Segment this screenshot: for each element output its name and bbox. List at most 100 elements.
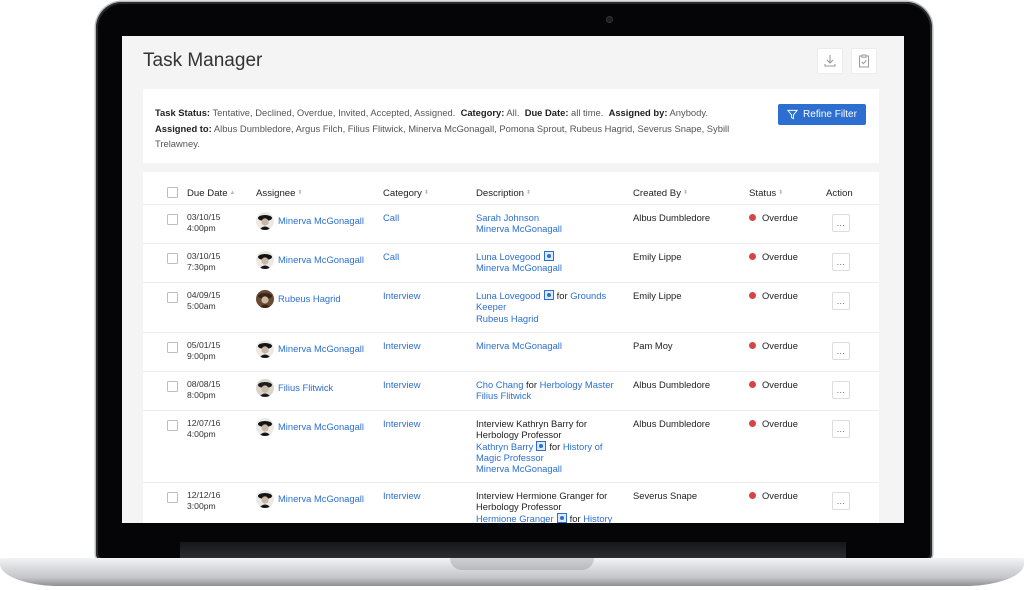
description-line: Sarah Johnson [476, 212, 562, 223]
category-link[interactable]: Interview [383, 418, 421, 429]
row-checkbox[interactable] [167, 492, 178, 503]
contact-card-icon[interactable] [536, 440, 547, 451]
description-line: Herbology Professor [476, 501, 612, 512]
laptop-hinge [180, 542, 846, 558]
description-cell: Interview Kathryn Barry for Herbology Pro… [476, 418, 602, 474]
description-link[interactable]: Filius Flitwick [476, 390, 531, 401]
table-row: 03/10/15 4:00pm Minerva McGonagall Call Sara… [143, 204, 879, 243]
description-link[interactable]: Rubeus Hagrid [476, 313, 539, 324]
row-action-button[interactable]: ... [832, 420, 850, 438]
due-date-value: all time. [568, 107, 604, 118]
description-link[interactable]: History of [563, 441, 603, 452]
description-cell: Cho Chang for Herbology Master Filius Fli… [476, 379, 614, 402]
row-action-button[interactable]: ... [832, 381, 850, 399]
status-dot-icon [749, 381, 756, 388]
category-link[interactable]: Call [383, 212, 399, 223]
due-date: 12/12/16 [187, 490, 221, 500]
clipboard-button[interactable] [851, 48, 877, 74]
category-link[interactable]: Call [383, 251, 399, 262]
created-by: Pam Moy [633, 340, 673, 351]
due-time: 3:00pm [187, 501, 216, 512]
row-action-button[interactable]: ... [832, 292, 850, 310]
sort-asc-icon: ▲ [229, 190, 236, 196]
column-action: Action [826, 188, 853, 199]
refine-filter-label: Refine Filter [803, 109, 857, 120]
category-link[interactable]: Interview [383, 379, 421, 390]
assignee-link[interactable]: Filius Flitwick [278, 382, 333, 393]
sort-icon: ⬍ [297, 190, 303, 196]
page-title: Task Manager [143, 50, 263, 71]
assignee-link[interactable]: Minerva McGonagall [278, 254, 364, 265]
screen: Task Manager Task Status: Tentative, Dec… [122, 36, 904, 523]
contact-card-icon[interactable] [543, 251, 554, 261]
description-link[interactable]: Hermione Granger [476, 513, 554, 523]
description-link[interactable]: Keeper [476, 301, 506, 312]
description-link[interactable]: Magic Professor [476, 452, 544, 463]
description-link[interactable]: Luna Lovegood [476, 290, 541, 301]
description-link[interactable]: Cho Chang [476, 379, 523, 390]
sort-icon: ⬍ [778, 190, 784, 196]
status-text: Overdue [762, 418, 798, 429]
category-link[interactable]: Interview [383, 290, 421, 301]
due-date-cell: 05/01/15 9:00pm [187, 340, 220, 363]
description-link[interactable]: Minerva McGonagall [476, 262, 562, 273]
row-checkbox[interactable] [167, 292, 178, 303]
column-assignee[interactable]: Assignee ⬍ [256, 188, 303, 199]
description-link[interactable]: History [583, 513, 612, 523]
assignee-link[interactable]: Minerva McGonagall [278, 343, 364, 354]
column-action-label: Action [826, 188, 853, 199]
status-badge: Overdue [749, 340, 798, 351]
description-link[interactable]: Minerva McGonagall [476, 463, 562, 474]
column-created-by[interactable]: Created By ⬍ [633, 188, 688, 199]
category-link[interactable]: Interview [383, 340, 421, 351]
assignee-link[interactable]: Minerva McGonagall [278, 421, 364, 432]
row-checkbox[interactable] [167, 214, 178, 225]
download-button[interactable] [817, 48, 843, 74]
description-line: Rubeus Hagrid [476, 313, 606, 324]
description-cell: Luna Lovegood for Grounds Keeper Rubeus Hag… [476, 290, 606, 324]
assignee-link[interactable]: Minerva McGonagall [278, 493, 364, 504]
contact-card-icon[interactable] [556, 512, 567, 523]
description-line: Magic Professor [476, 452, 602, 463]
status-badge: Overdue [749, 490, 798, 501]
due-time: 5:00am [187, 301, 216, 312]
assigned-to-value: Albus Dumbledore, Argus Filch, Filius Fl… [155, 122, 730, 150]
column-description[interactable]: Description ⬍ [476, 188, 531, 199]
category-link[interactable]: Interview [383, 490, 421, 501]
row-action-button[interactable]: ... [832, 492, 850, 510]
due-date-cell: 03/10/15 4:00pm [187, 212, 220, 235]
description-link[interactable]: Luna Lovegood [476, 251, 541, 262]
row-checkbox[interactable] [167, 420, 178, 431]
row-action-button[interactable]: ... [832, 253, 850, 271]
contact-card-icon[interactable] [543, 290, 554, 300]
column-status-label: Status [749, 188, 777, 199]
table-row: 12/12/16 3:00pm Minerva McGonagall Intervie… [143, 482, 879, 523]
row-checkbox[interactable] [167, 381, 178, 392]
description-link[interactable]: Minerva McGonagall [476, 223, 562, 234]
due-time: 9:00pm [187, 351, 216, 362]
row-checkbox[interactable] [167, 342, 178, 353]
description-link[interactable]: Herbology Master [540, 379, 614, 390]
select-all-checkbox[interactable] [167, 187, 178, 198]
description-link[interactable]: Kathryn Barry [476, 441, 533, 452]
due-date: 12/07/16 [187, 418, 221, 428]
row-checkbox[interactable] [167, 253, 178, 264]
column-category[interactable]: Category ⬍ [383, 188, 429, 199]
description-text: Interview Kathryn Barry for [476, 418, 587, 429]
status-dot-icon [749, 420, 756, 427]
column-assignee-label: Assignee [256, 188, 296, 199]
status-badge: Overdue [749, 251, 798, 262]
description-link[interactable]: Sarah Johnson [476, 212, 539, 223]
column-due-date-label: Due Date [187, 188, 228, 199]
row-action-button[interactable]: ... [832, 342, 850, 360]
assignee-link[interactable]: Rubeus Hagrid [278, 293, 341, 304]
due-time: 4:00pm [187, 429, 216, 440]
refine-filter-button[interactable]: Refine Filter [778, 104, 866, 125]
status-text: Overdue [762, 290, 798, 301]
row-action-button[interactable]: ... [832, 214, 850, 232]
assignee-link[interactable]: Minerva McGonagall [278, 215, 364, 226]
column-status[interactable]: Status ⬍ [749, 188, 783, 199]
description-link[interactable]: Grounds [570, 290, 606, 301]
description-link[interactable]: Minerva McGonagall [476, 340, 562, 351]
column-due-date[interactable]: Due Date ▲ [187, 188, 235, 199]
